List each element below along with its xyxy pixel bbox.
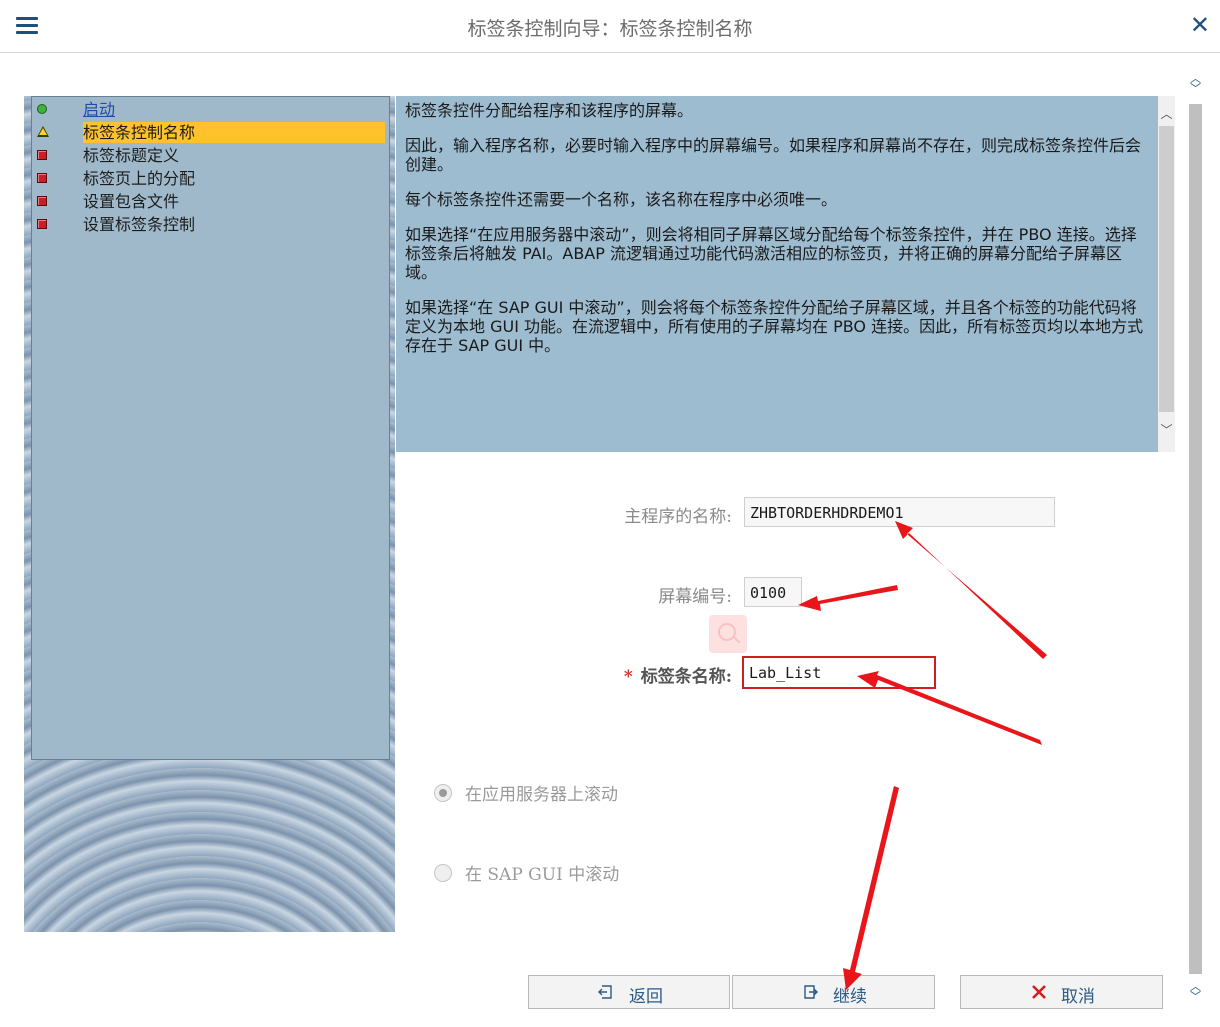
annotation-arrow bbox=[857, 671, 1042, 745]
annotation-arrow bbox=[895, 521, 1047, 659]
annotation-arrows bbox=[798, 521, 1047, 990]
annotation-arrow bbox=[843, 786, 899, 990]
annotation-arrow bbox=[798, 585, 898, 611]
